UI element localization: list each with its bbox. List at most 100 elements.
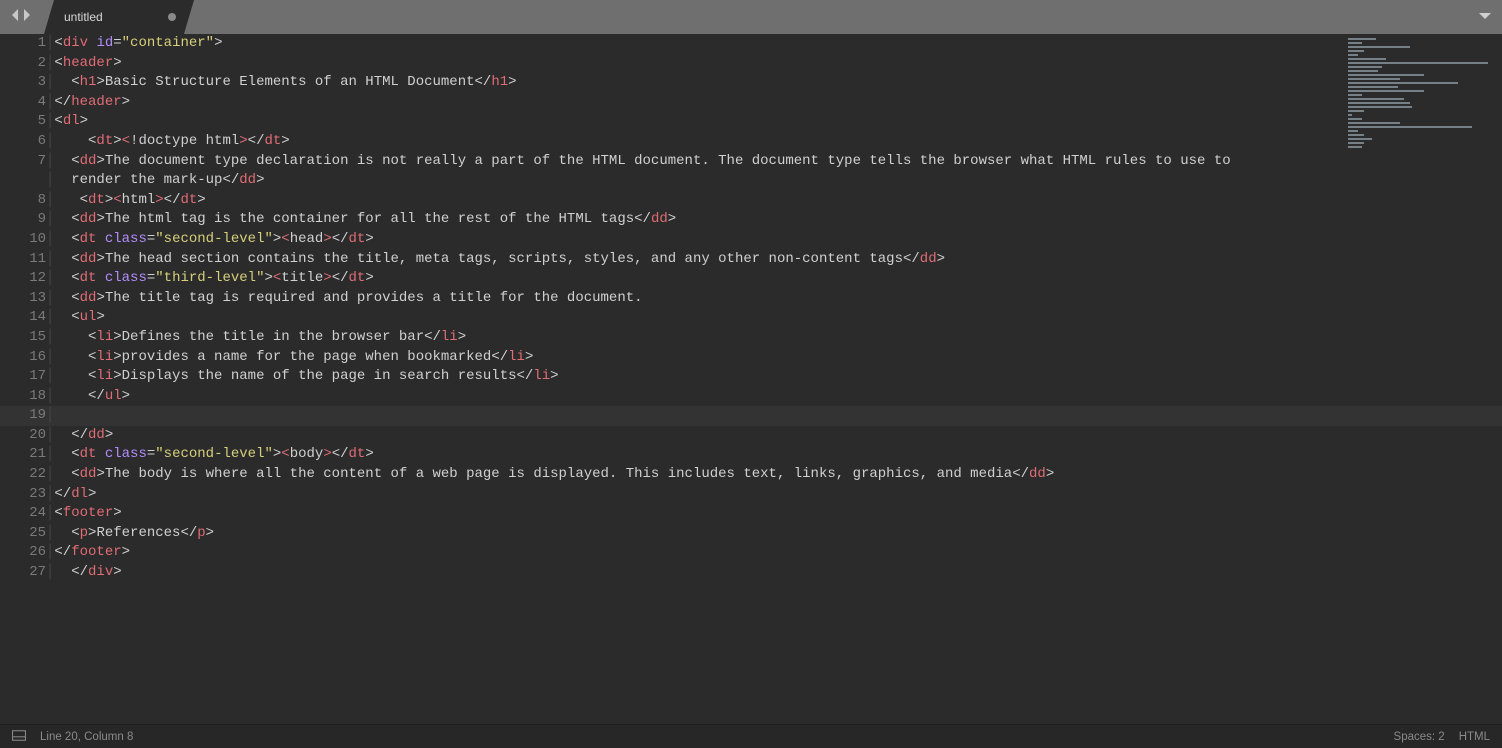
code-line[interactable]: 8│ <dt><html></dt> <box>0 191 1502 211</box>
tab-bar: untitled <box>0 0 1502 34</box>
line-content[interactable]: │</dl> <box>46 485 1502 505</box>
line-content[interactable]: │ <ul> <box>46 308 1502 328</box>
line-content[interactable]: │ <dd>The body is where all the content … <box>46 465 1502 485</box>
code-line[interactable]: 13│ <dd>The title tag is required and pr… <box>0 289 1502 309</box>
tab-history-nav <box>0 0 38 34</box>
line-number[interactable]: 21 <box>0 445 46 465</box>
line-number[interactable]: 19 <box>0 406 46 426</box>
line-content[interactable]: │ </div> <box>46 563 1502 583</box>
line-number[interactable]: 22 <box>0 465 46 485</box>
line-content[interactable]: │</header> <box>46 93 1502 113</box>
code-line[interactable]: 19│ <box>0 406 1502 426</box>
code-line[interactable]: 24│<footer> <box>0 504 1502 524</box>
line-content[interactable]: │ <dt><!doctype html></dt> <box>46 132 1502 152</box>
line-number[interactable]: 13 <box>0 289 46 309</box>
line-number[interactable]: 7 <box>0 152 46 172</box>
line-number[interactable]: 2 <box>0 54 46 74</box>
code-line[interactable]: 9│ <dd>The html tag is the container for… <box>0 210 1502 230</box>
line-content[interactable]: │ <dd>The title tag is required and prov… <box>46 289 1502 309</box>
line-number[interactable]: 14 <box>0 308 46 328</box>
code-line[interactable]: 6│ <dt><!doctype html></dt> <box>0 132 1502 152</box>
line-number[interactable]: 23 <box>0 485 46 505</box>
code-line[interactable]: 15│ <li>Defines the title in the browser… <box>0 328 1502 348</box>
line-number[interactable]: 3 <box>0 73 46 93</box>
line-number[interactable]: 1 <box>0 34 46 54</box>
chevron-down-icon <box>1478 10 1492 25</box>
code-line[interactable]: 17│ <li>Displays the name of the page in… <box>0 367 1502 387</box>
line-content[interactable]: │ render the mark-up</dd> <box>46 171 1502 191</box>
code-line[interactable]: 25│ <p>References</p> <box>0 524 1502 544</box>
line-content[interactable]: │ <dt><html></dt> <box>46 191 1502 211</box>
code-line[interactable]: │ render the mark-up</dd> <box>0 171 1502 191</box>
line-content[interactable]: │ <dd>The html tag is the container for … <box>46 210 1502 230</box>
editor-tab[interactable]: untitled <box>44 0 194 34</box>
code-line[interactable]: 3│ <h1>Basic Structure Elements of an HT… <box>0 73 1502 93</box>
line-number[interactable]: 12 <box>0 269 46 289</box>
line-number[interactable] <box>0 171 46 191</box>
line-number[interactable]: 26 <box>0 543 46 563</box>
line-content[interactable]: │ <dt class="second-level"><body></dt> <box>46 445 1502 465</box>
status-bar: Line 20, Column 8 Spaces: 2 HTML <box>0 724 1502 748</box>
code-line[interactable]: 11│ <dd>The head section contains the ti… <box>0 250 1502 270</box>
line-content[interactable]: │ </ul> <box>46 387 1502 407</box>
code-line[interactable]: 10│ <dt class="second-level"><head></dt> <box>0 230 1502 250</box>
code-line[interactable]: 26│</footer> <box>0 543 1502 563</box>
tabs-overflow-dropdown[interactable] <box>1478 0 1492 34</box>
line-content[interactable]: │<div id="container"> <box>46 34 1502 54</box>
line-content[interactable]: │<footer> <box>46 504 1502 524</box>
line-number[interactable]: 11 <box>0 250 46 270</box>
status-cursor-position[interactable]: Line 20, Column 8 <box>40 731 133 743</box>
tab-dirty-indicator-icon <box>168 13 176 21</box>
line-content[interactable]: │ <dd>The document type declaration is n… <box>46 152 1502 172</box>
line-content[interactable]: │ </dd> <box>46 426 1502 446</box>
code-line[interactable]: 27│ </div> <box>0 563 1502 583</box>
line-number[interactable]: 4 <box>0 93 46 113</box>
tab-back-icon[interactable] <box>10 9 20 25</box>
status-indent-setting[interactable]: Spaces: 2 <box>1394 731 1445 743</box>
line-number[interactable]: 27 <box>0 563 46 583</box>
line-content[interactable]: │<dl> <box>46 112 1502 132</box>
line-number[interactable]: 18 <box>0 387 46 407</box>
line-number[interactable]: 9 <box>0 210 46 230</box>
code-line[interactable]: 7│ <dd>The document type declaration is … <box>0 152 1502 172</box>
code-line[interactable]: 22│ <dd>The body is where all the conten… <box>0 465 1502 485</box>
line-content[interactable]: │<header> <box>46 54 1502 74</box>
code-line[interactable]: 16│ <li>provides a name for the page whe… <box>0 348 1502 368</box>
line-content[interactable]: │ <p>References</p> <box>46 524 1502 544</box>
tab-forward-icon[interactable] <box>22 9 32 25</box>
line-content[interactable]: │ <box>46 406 1502 426</box>
code-view[interactable]: 1│<div id="container">2│<header>3│ <h1>B… <box>0 34 1502 583</box>
line-content[interactable]: │ <li>provides a name for the page when … <box>46 348 1502 368</box>
line-number[interactable]: 20 <box>0 426 46 446</box>
panel-switcher-icon[interactable] <box>12 730 26 744</box>
line-number[interactable]: 15 <box>0 328 46 348</box>
line-content[interactable]: │ <dt class="third-level"><title></dt> <box>46 269 1502 289</box>
line-number[interactable]: 25 <box>0 524 46 544</box>
line-content[interactable]: │ <li>Displays the name of the page in s… <box>46 367 1502 387</box>
tab-title: untitled <box>64 10 103 24</box>
line-number[interactable]: 17 <box>0 367 46 387</box>
code-line[interactable]: 4│</header> <box>0 93 1502 113</box>
code-line[interactable]: 23│</dl> <box>0 485 1502 505</box>
line-number[interactable]: 10 <box>0 230 46 250</box>
line-number[interactable]: 6 <box>0 132 46 152</box>
line-content[interactable]: │ <h1>Basic Structure Elements of an HTM… <box>46 73 1502 93</box>
code-line[interactable]: 21│ <dt class="second-level"><body></dt> <box>0 445 1502 465</box>
code-line[interactable]: 20│ </dd> <box>0 426 1502 446</box>
line-content[interactable]: │</footer> <box>46 543 1502 563</box>
line-content[interactable]: │ <li>Defines the title in the browser b… <box>46 328 1502 348</box>
code-line[interactable]: 14│ <ul> <box>0 308 1502 328</box>
editor-area[interactable]: 1│<div id="container">2│<header>3│ <h1>B… <box>0 34 1502 724</box>
line-number[interactable]: 8 <box>0 191 46 211</box>
line-number[interactable]: 16 <box>0 348 46 368</box>
code-line[interactable]: 12│ <dt class="third-level"><title></dt> <box>0 269 1502 289</box>
code-line[interactable]: 1│<div id="container"> <box>0 34 1502 54</box>
line-content[interactable]: │ <dt class="second-level"><head></dt> <box>46 230 1502 250</box>
line-content[interactable]: │ <dd>The head section contains the titl… <box>46 250 1502 270</box>
line-number[interactable]: 24 <box>0 504 46 524</box>
line-number[interactable]: 5 <box>0 112 46 132</box>
status-syntax-mode[interactable]: HTML <box>1459 731 1490 743</box>
code-line[interactable]: 2│<header> <box>0 54 1502 74</box>
code-line[interactable]: 18│ </ul> <box>0 387 1502 407</box>
code-line[interactable]: 5│<dl> <box>0 112 1502 132</box>
